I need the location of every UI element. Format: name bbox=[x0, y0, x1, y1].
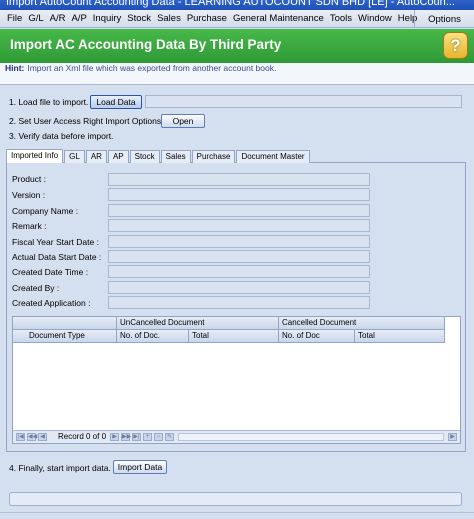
scroll-right-icon[interactable]: ▶ bbox=[448, 433, 457, 441]
tab-purchase[interactable]: Purchase bbox=[191, 150, 236, 163]
import-progress-bar bbox=[9, 492, 462, 506]
column-document-type[interactable]: Document Type bbox=[13, 330, 117, 343]
menu-ap[interactable]: A/P bbox=[68, 10, 89, 28]
window-titlebar: Import AutoCount Accounting Data - LEARN… bbox=[0, 0, 474, 10]
menu-ar[interactable]: A/R bbox=[47, 10, 69, 28]
nav-last-icon[interactable]: ▶| bbox=[132, 433, 141, 441]
created-application-label: Created Application : bbox=[12, 298, 91, 308]
horizontal-scrollbar[interactable] bbox=[178, 433, 444, 441]
actual-data-start-label: Actual Data Start Date : bbox=[12, 252, 102, 262]
tab-document-master[interactable]: Document Master bbox=[236, 150, 310, 163]
remark-label: Remark : bbox=[12, 221, 47, 231]
options-button[interactable]: Options bbox=[414, 10, 474, 28]
file-path-field[interactable] bbox=[145, 95, 462, 108]
actual-data-start-field bbox=[108, 250, 370, 263]
nav-first-icon[interactable]: |◀ bbox=[16, 433, 25, 441]
nav-prev-page-icon[interactable]: ◀◀ bbox=[27, 433, 37, 441]
hint-bar: Hint: Import an Xml file which was expor… bbox=[0, 63, 474, 85]
nav-edit-icon[interactable]: ✎ bbox=[165, 433, 174, 441]
record-counter: Record 0 of 0 bbox=[58, 432, 107, 441]
tab-ap[interactable]: AP bbox=[107, 150, 129, 163]
step-1-label: 1. Load file to import. bbox=[9, 97, 89, 107]
menu-purchase[interactable]: Purchase bbox=[184, 10, 230, 28]
step-4-label: 4. Finally, start import data. bbox=[9, 463, 111, 473]
menu-window[interactable]: Window bbox=[355, 10, 395, 28]
document-summary-grid[interactable]: UnCancelled Document Cancelled Document … bbox=[12, 316, 461, 444]
product-label: Product : bbox=[12, 174, 47, 184]
open-button[interactable]: Open bbox=[161, 114, 205, 128]
tab-gl[interactable]: GL bbox=[64, 150, 85, 163]
tab-stock[interactable]: Stock bbox=[129, 150, 160, 163]
column-cancelled-no-of-doc[interactable]: No. of Doc bbox=[279, 330, 355, 343]
product-field bbox=[108, 173, 370, 186]
nav-add-icon[interactable]: + bbox=[143, 433, 152, 441]
load-data-button[interactable]: Load Data bbox=[90, 95, 142, 109]
tab-ar[interactable]: AR bbox=[85, 150, 107, 163]
created-by-field bbox=[108, 281, 370, 294]
nav-delete-icon[interactable]: − bbox=[154, 433, 163, 441]
grid-group-cancelled: Cancelled Document bbox=[279, 317, 445, 330]
fiscal-year-start-field bbox=[108, 235, 370, 248]
version-field bbox=[108, 188, 370, 201]
page-header: Import AC Accounting Data By Third Party… bbox=[0, 29, 474, 63]
hint-label: Hint: bbox=[5, 63, 25, 73]
column-cancelled-total[interactable]: Total bbox=[355, 330, 445, 343]
column-uncancelled-total[interactable]: Total bbox=[189, 330, 279, 343]
menu-bar: File G/L A/R A/P Inquiry Stock Sales Pur… bbox=[0, 10, 474, 28]
window-title: Import AutoCount Accounting Data - LEARN… bbox=[6, 0, 455, 8]
tab-strip: Imported Info GL AR AP Stock Sales Purch… bbox=[6, 149, 311, 163]
fiscal-year-start-label: Fiscal Year Start Date : bbox=[12, 237, 99, 247]
nav-next-icon[interactable]: ▶ bbox=[110, 433, 119, 441]
remark-field bbox=[108, 219, 370, 232]
nav-next-page-icon[interactable]: ▶▶ bbox=[121, 433, 131, 441]
menu-general-maintenance[interactable]: General Maintenance bbox=[230, 10, 327, 28]
menu-tools[interactable]: Tools bbox=[327, 10, 355, 28]
company-name-label: Company Name : bbox=[12, 206, 79, 216]
created-application-field bbox=[108, 296, 370, 309]
menu-inquiry[interactable]: Inquiry bbox=[90, 10, 125, 28]
created-date-time-label: Created Date Time : bbox=[12, 267, 89, 277]
step-2-label: 2. Set User Access Right Import Options. bbox=[9, 116, 164, 126]
company-name-field bbox=[108, 204, 370, 217]
grid-group-blank bbox=[13, 317, 117, 330]
column-uncancelled-no-of-doc[interactable]: No. of Doc. bbox=[117, 330, 189, 343]
step-3-label: 3. Verify data before import. bbox=[9, 131, 114, 141]
version-label: Version : bbox=[12, 190, 46, 200]
nav-prev-icon[interactable]: ◀ bbox=[38, 433, 47, 441]
tab-sales[interactable]: Sales bbox=[160, 150, 191, 163]
hint-text: Import an Xml file which was exported fr… bbox=[27, 63, 277, 73]
import-data-button[interactable]: Import Data bbox=[113, 460, 167, 474]
menu-sales[interactable]: Sales bbox=[154, 10, 184, 28]
menu-file[interactable]: File bbox=[4, 10, 25, 28]
created-date-time-field bbox=[108, 265, 370, 278]
help-icon[interactable]: ? bbox=[443, 32, 468, 59]
tab-imported-info[interactable]: Imported Info bbox=[6, 149, 64, 163]
menu-stock[interactable]: Stock bbox=[124, 10, 154, 28]
grid-navigator: |◀ ◀◀ ◀ Record 0 of 0 ▶ ▶▶ ▶| + − ✎ ▶ bbox=[13, 430, 460, 443]
menu-gl[interactable]: G/L bbox=[25, 10, 46, 28]
status-bar bbox=[0, 512, 474, 519]
created-by-label: Created By : bbox=[12, 283, 60, 293]
page-title: Import AC Accounting Data By Third Party bbox=[10, 37, 282, 52]
grid-group-uncancelled: UnCancelled Document bbox=[117, 317, 279, 330]
